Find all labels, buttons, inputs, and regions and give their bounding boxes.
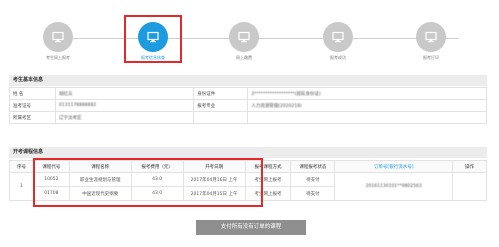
step-label: 报考成功 xyxy=(330,55,346,60)
course-info-header: 开考课程信息 xyxy=(9,147,487,158)
step-online-apply: 考生网上报考 xyxy=(34,22,82,61)
status-cell: 待支付 xyxy=(290,186,336,201)
major-label: 报考专业 xyxy=(193,99,249,112)
col-status: 课程报考状态 xyxy=(290,160,336,173)
step-label: 考生网上报考 xyxy=(46,55,70,60)
basic-info-table: 姓 名 胡红兵 身份证件 3******************(居民身份证) … xyxy=(9,87,487,124)
col-seq: 序号 xyxy=(9,160,34,173)
name-label: 姓 名 xyxy=(9,87,56,100)
id-value: 3******************(居民身份证) xyxy=(247,87,487,100)
course-highlight-box xyxy=(33,158,263,207)
status-cell: 待支付 xyxy=(290,172,336,187)
monitor-icon xyxy=(323,22,353,52)
col-order-no[interactable]: 订单号[银行流水号] xyxy=(334,160,454,173)
active-step-highlight-box xyxy=(124,15,182,63)
area-value: 辽宁沈考区 xyxy=(54,111,195,124)
exam-no-value: 0131178888882 xyxy=(54,99,195,112)
empty-cell xyxy=(247,111,487,124)
id-label: 身份证件 xyxy=(193,87,249,100)
progress-steps: 考生网上报考 报考信息核查 网上缴费 报考成功 报考打印 xyxy=(0,0,499,68)
step-print: 报考打印 xyxy=(407,22,455,61)
empty-cell xyxy=(193,111,249,124)
step-label: 网上缴费 xyxy=(236,55,252,60)
seq-cell: 1 xyxy=(9,172,34,201)
monitor-icon xyxy=(43,22,73,52)
order-no-cell: 20161130101**9802563 xyxy=(334,172,454,201)
step-apply-success: 报考成功 xyxy=(314,22,362,61)
monitor-icon xyxy=(416,22,446,52)
basic-info-header: 考生基本信息 xyxy=(9,75,487,86)
area-label: 所属考区 xyxy=(9,111,56,124)
monitor-icon xyxy=(229,22,259,52)
col-action: 操作 xyxy=(452,160,487,173)
exam-no-label: 准考证号 xyxy=(9,99,56,112)
major-value: 人力资源管理(2020218) xyxy=(247,99,487,112)
step-online-payment: 网上缴费 xyxy=(220,22,268,61)
action-cell xyxy=(452,172,487,201)
pay-all-button[interactable]: 支付所有没有订单的课程 xyxy=(196,220,306,235)
step-label: 报考打印 xyxy=(423,55,439,60)
name-value: 胡红兵 xyxy=(54,87,195,100)
